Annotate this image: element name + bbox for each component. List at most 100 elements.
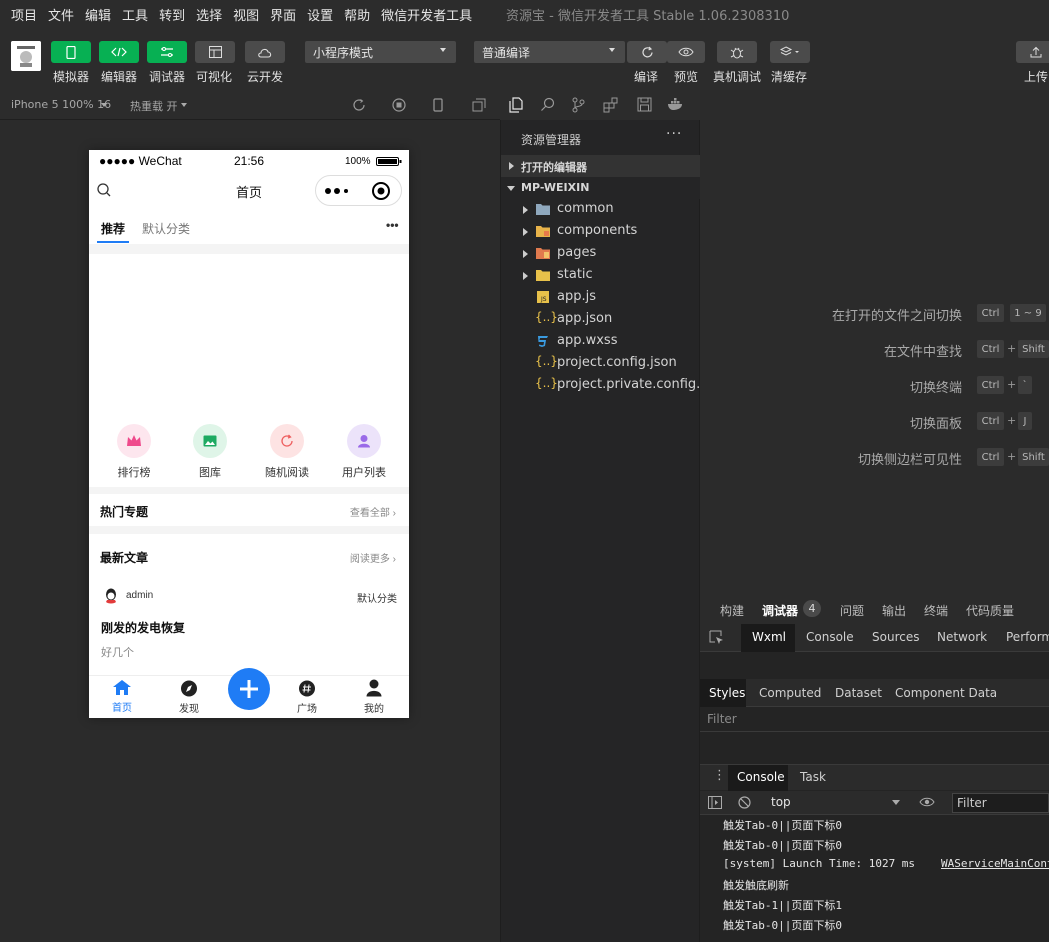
device-icon[interactable] — [433, 98, 443, 112]
search-icon[interactable] — [540, 97, 555, 112]
drawer-menu-icon[interactable]: ⋮ — [713, 768, 726, 783]
tree-item-project-private-config[interactable]: {..} project.private.config.js... — [501, 375, 700, 397]
open-editors-section[interactable]: 打开的编辑器 — [501, 155, 700, 177]
tab-terminal[interactable]: 终端 — [924, 602, 948, 619]
source-control-icon[interactable] — [572, 97, 585, 113]
editor-button[interactable] — [99, 41, 139, 63]
save-icon[interactable] — [637, 97, 652, 112]
preview-button[interactable] — [667, 41, 705, 63]
sidebar-toggle-icon[interactable] — [708, 796, 722, 809]
crown-icon — [127, 435, 141, 446]
menu-item-project[interactable]: 项目 — [11, 5, 37, 24]
menu-item-tools[interactable]: 工具 — [122, 5, 148, 24]
tree-item-pages[interactable]: pages — [501, 243, 700, 265]
docker-icon[interactable] — [667, 98, 685, 111]
compile-select[interactable]: 普通编译 — [474, 41, 625, 63]
avatar[interactable] — [11, 41, 41, 71]
reload-icon[interactable] — [352, 98, 366, 112]
menu-item-goto[interactable]: 转到 — [159, 5, 185, 24]
files-icon[interactable] — [509, 97, 523, 113]
clear-cache-button[interactable] — [770, 41, 810, 63]
project-section[interactable]: MP-WEIXIN — [501, 177, 700, 199]
stop-icon[interactable] — [392, 98, 406, 112]
subtab-sources[interactable]: Sources — [872, 630, 919, 644]
grid-item-random-read[interactable]: 随机阅读 — [257, 424, 317, 480]
extensions-icon[interactable] — [603, 97, 619, 113]
add-post-button[interactable] — [228, 668, 270, 710]
tree-item-static[interactable]: static — [501, 265, 700, 287]
grid-item-ranking[interactable]: 排行榜 — [104, 424, 164, 480]
subtab-console[interactable]: Console — [806, 630, 854, 644]
tabbar-square[interactable]: 广场 — [285, 680, 329, 715]
hot-reload-toggle[interactable]: 热重载 开 — [130, 98, 178, 114]
drawer-tab-console[interactable]: Console — [737, 770, 785, 784]
styles-filter[interactable]: Filter — [700, 708, 1049, 732]
latest-more[interactable]: 阅读更多 › — [350, 550, 396, 565]
menu-item-view[interactable]: 视图 — [233, 5, 259, 24]
tab-output[interactable]: 输出 — [882, 602, 906, 619]
tab-dataset[interactable]: Dataset — [835, 686, 882, 700]
more-icon[interactable]: ··· — [666, 126, 682, 142]
hot-topics-more[interactable]: 查看全部 › — [350, 504, 396, 519]
debugger-button[interactable] — [147, 41, 187, 63]
cloud-button[interactable] — [245, 41, 285, 63]
tab-recommend[interactable]: 推荐 — [101, 220, 125, 237]
subtab-network[interactable]: Network — [937, 630, 987, 644]
banner-area[interactable] — [89, 254, 409, 414]
visual-button[interactable] — [195, 41, 235, 63]
chevron-down-icon — [101, 103, 107, 107]
menu-item-select[interactable]: 选择 — [196, 5, 222, 24]
menu-item-settings[interactable]: 设置 — [307, 5, 333, 24]
more-dots-icon[interactable] — [324, 185, 350, 197]
tab-code-quality[interactable]: 代码质量 — [966, 602, 1014, 619]
tree-item-app-json[interactable]: {..} app.json — [501, 309, 700, 331]
tree-item-app-js[interactable]: JS app.js — [501, 287, 700, 309]
tree-item-common[interactable]: common — [501, 199, 700, 221]
menu-item-help[interactable]: 帮助 — [344, 5, 370, 24]
remote-debug-button[interactable] — [717, 41, 757, 63]
tab-debugger[interactable]: 调试器 — [762, 602, 798, 619]
context-select[interactable]: top — [771, 795, 791, 809]
tree-item-components[interactable]: components — [501, 221, 700, 243]
console-filter-input[interactable]: Filter — [952, 793, 1049, 813]
article-category[interactable]: 默认分类 — [357, 590, 397, 605]
wxml-tree[interactable] — [700, 652, 1049, 678]
tree-item-project-config[interactable]: {..} project.config.json — [501, 353, 700, 375]
menu-capsule[interactable] — [315, 175, 402, 206]
compass-icon — [181, 680, 197, 697]
upload-button[interactable] — [1016, 41, 1049, 63]
mode-select[interactable]: 小程序模式 — [305, 41, 456, 63]
tab-build[interactable]: 构建 — [720, 602, 744, 619]
close-capsule-icon[interactable] — [371, 181, 391, 201]
clear-console-icon[interactable] — [738, 796, 751, 809]
shortcut-switch-files: 在打开的文件之间切换 Ctrl 1 ~ 9 — [700, 302, 1049, 324]
drawer-tab-task[interactable]: Task — [800, 770, 826, 784]
detach-icon[interactable] — [472, 98, 486, 112]
console-source-link[interactable]: WAServiceMainCont — [941, 857, 1049, 870]
tab-component-data[interactable]: Component Data — [895, 686, 997, 700]
menu-item-devtools[interactable]: 微信开发者工具 — [381, 5, 472, 24]
subtab-wxml[interactable]: Wxml — [752, 630, 786, 644]
tab-default-category[interactable]: 默认分类 — [142, 220, 190, 237]
menu-item-edit[interactable]: 编辑 — [85, 5, 111, 24]
tabbar-mine[interactable]: 我的 — [352, 679, 396, 715]
tab-styles[interactable]: Styles — [709, 686, 745, 700]
grid-item-user-list[interactable]: 用户列表 — [334, 424, 394, 480]
menu-item-file[interactable]: 文件 — [48, 5, 74, 24]
device-select[interactable]: iPhone 5 100% 16 — [11, 98, 111, 111]
tabs-more-icon[interactable]: ••• — [386, 218, 399, 232]
tab-computed[interactable]: Computed — [759, 686, 821, 700]
tabbar-home[interactable]: 首页 — [100, 679, 144, 714]
menu-item-interface[interactable]: 界面 — [270, 5, 296, 24]
article-title[interactable]: 刚发的发电恢复 — [101, 619, 185, 636]
console-line: 触发Tab-0||页面下标0 — [723, 819, 842, 832]
grid-item-gallery[interactable]: 图库 — [180, 424, 240, 480]
simulator-button[interactable] — [51, 41, 91, 63]
eye-icon[interactable] — [919, 797, 935, 807]
inspect-icon[interactable] — [709, 630, 724, 645]
tabbar-discover[interactable]: 发现 — [167, 680, 211, 715]
tree-item-app-wxss[interactable]: app.wxss — [501, 331, 700, 353]
subtab-performance[interactable]: Perform — [1006, 630, 1049, 644]
compile-button[interactable] — [627, 41, 667, 63]
tab-problems[interactable]: 问题 — [840, 602, 864, 619]
